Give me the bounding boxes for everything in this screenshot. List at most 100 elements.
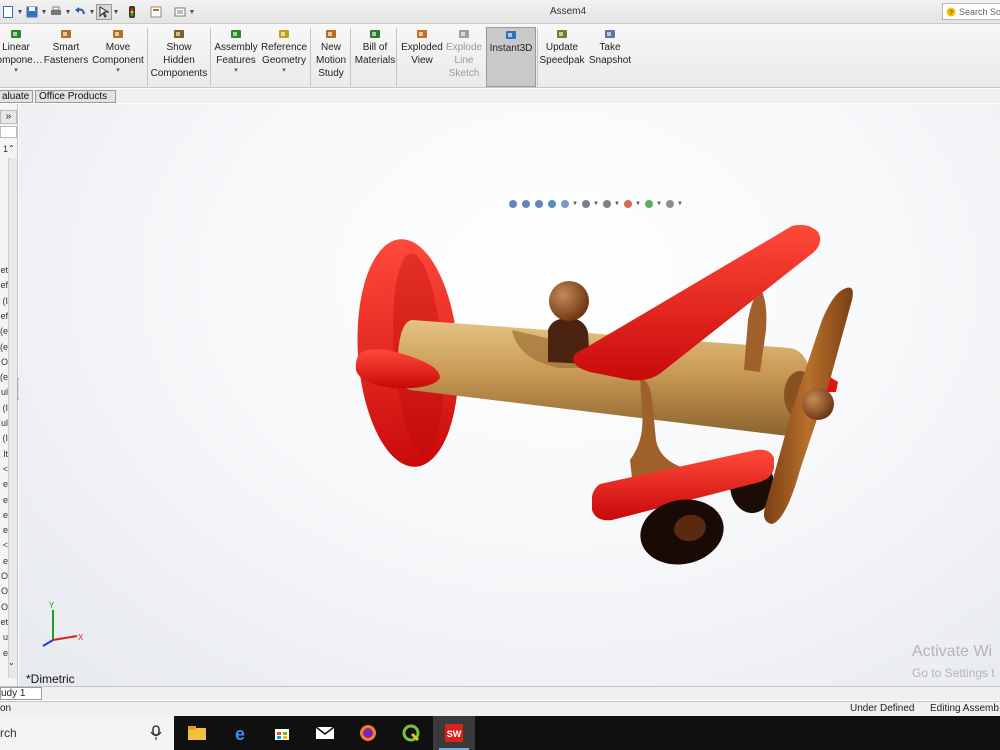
move-component-button[interactable]: Move Component ▾ [92,27,144,87]
chevron-down-icon[interactable]: ▾ [116,67,120,75]
chevron-down-icon[interactable]: ▼ [593,201,599,207]
chevron-down-icon[interactable]: ▼ [677,201,683,207]
options-icon[interactable] [172,4,188,20]
apply-scene-icon[interactable] [643,199,654,210]
section-view-icon[interactable] [546,199,557,210]
file-explorer-icon[interactable] [176,716,218,750]
undo-icon[interactable] [72,4,88,20]
tree-item[interactable]: < [0,540,8,550]
linear-component-pattern-label: Linear Compone… [0,42,43,66]
tree-item[interactable]: ul [0,418,8,428]
command-manager: Linear Compone…▾Smart FastenersMove Comp… [0,24,1000,88]
save-icon[interactable] [24,4,40,20]
chevron-down-icon[interactable]: ▼ [64,9,72,16]
print-icon[interactable] [48,4,64,20]
exploded-view-button[interactable]: Exploded View [400,27,444,87]
quick-access-toolbar: ▼ ▼ ▼ ▼ ▼ ▼ [0,4,196,20]
rebuild-icon[interactable] [124,4,140,20]
tree-item[interactable]: O [0,586,8,596]
store-icon[interactable] [261,716,303,750]
smart-fasteners-button[interactable]: Smart Fasteners [44,27,88,87]
edit-appearance-icon[interactable] [622,199,633,210]
tree-item[interactable]: O [0,357,8,367]
new-motion-study-button[interactable]: New Motion Study [314,27,348,87]
reference-geometry-button[interactable]: Reference Geometry ▾ [261,27,307,87]
airplane-model[interactable] [19,104,1000,686]
firefox-icon[interactable] [347,716,389,750]
tree-item[interactable]: ef [0,311,8,321]
file-properties-icon[interactable] [148,4,164,20]
tree-item[interactable]: < [0,464,8,474]
update-speedpak-button[interactable]: Update Speedpak [538,27,586,87]
chevron-down-icon[interactable]: ▼ [112,9,120,16]
tree-item[interactable]: e [0,556,8,566]
chevron-down-icon[interactable]: ▼ [572,201,578,207]
zoom-area-icon[interactable] [520,199,531,210]
chevron-down-icon[interactable]: ▼ [88,9,96,16]
tree-item[interactable]: e [0,495,8,505]
tree-item[interactable]: (e [0,372,8,382]
chevron-down-icon[interactable]: ▼ [16,9,24,16]
tree-item[interactable]: e [0,525,8,535]
chevron-down-icon[interactable]: ▾ [14,67,18,75]
chevron-down-icon[interactable]: ▾ [234,67,238,75]
graphics-area[interactable]: ▼ ▼ ▼ ▼ ▼ ▼ Y X [19,104,1000,686]
chevron-up-icon[interactable]: ⌃ [8,144,15,153]
search-input[interactable]: ? Search Sol [942,3,1000,20]
tree-item[interactable]: (I [0,403,9,413]
hide-show-icon[interactable] [601,199,612,210]
pilot-head[interactable] [549,281,589,321]
select-icon[interactable] [96,4,112,20]
help-search-icon: ? [946,7,956,17]
display-style-icon[interactable] [580,199,591,210]
tree-item[interactable]: ef [0,280,8,290]
tree-item[interactable]: O [0,571,8,581]
tree-item[interactable]: ul [0,387,8,397]
zoom-fit-icon[interactable] [507,199,518,210]
tree-item[interactable]: et [0,617,8,627]
qgis-icon[interactable] [390,716,432,750]
microphone-icon[interactable] [150,725,162,741]
chevron-down-icon[interactable]: ▼ [656,201,662,207]
panel-scrollbar[interactable] [8,158,17,678]
tree-item[interactable]: (I [0,296,9,306]
new-icon[interactable] [0,4,16,20]
tab-evaluate[interactable]: aluate [0,90,34,103]
solidworks-icon[interactable]: SW [433,716,475,750]
instant3d-button[interactable]: Instant3D [486,27,536,87]
chevron-down-icon[interactable]: ▼ [40,9,48,16]
smart-fasteners-icon [60,27,72,41]
tree-item[interactable]: (e [0,342,8,352]
mail-icon[interactable] [304,716,346,750]
tree-item[interactable]: e [0,510,8,520]
expand-panel-button[interactable]: » [0,110,17,124]
previous-view-icon[interactable] [533,199,544,210]
chevron-down-icon[interactable]: ▼ [635,201,641,207]
explode-line-sketch-button[interactable]: Explode Line Sketch [446,27,482,87]
tree-item[interactable]: lt [0,449,9,459]
bill-of-materials-button[interactable]: Bill of Materials [354,27,396,87]
tab-office-products[interactable]: Office Products [35,90,116,103]
show-hidden-components-button[interactable]: Show Hidden Components [150,27,208,87]
tree-item[interactable]: O [0,602,8,612]
view-orientation-icon[interactable] [559,199,570,210]
chevron-down-icon[interactable]: ▾ [282,67,286,75]
tree-item[interactable]: (I [0,433,9,443]
tree-item[interactable]: e [0,479,8,489]
tree-item[interactable]: (e [0,326,8,336]
tree-item[interactable]: u [0,632,8,642]
view-settings-icon[interactable] [664,199,675,210]
tab-motion-study[interactable]: udy 1 [0,687,42,700]
edge-icon[interactable]: e [219,716,261,750]
assembly-features-button[interactable]: Assembly Features ▾ [214,27,258,87]
chevron-down-icon[interactable]: ▼ [188,9,196,16]
take-snapshot-button[interactable]: Take Snapshot [588,27,632,87]
chevron-down-icon[interactable]: ▼ [614,201,620,207]
linear-component-pattern-button[interactable]: Linear Compone…▾ [0,27,43,87]
chevron-down-icon[interactable]: ⌄ [8,658,15,667]
panel-tab-strip[interactable] [0,126,17,138]
tree-item[interactable]: et [0,265,8,275]
taskbar-search-box[interactable]: rch [0,716,174,750]
propeller-hub[interactable] [802,388,834,420]
tree-item[interactable]: e [0,648,8,658]
